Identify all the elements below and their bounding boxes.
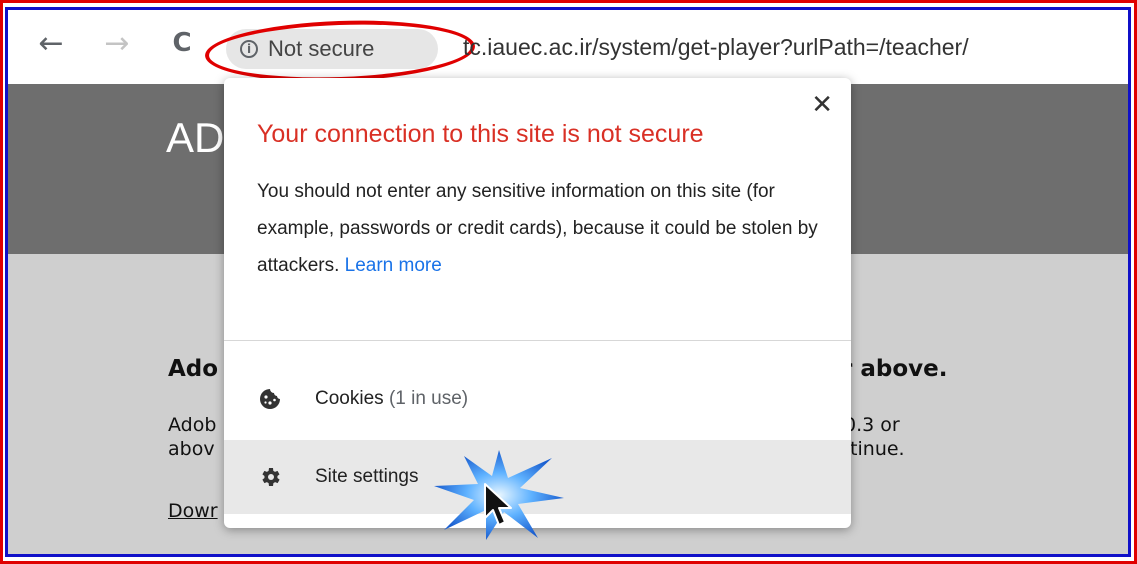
popup-divider <box>224 340 851 341</box>
popup-title: Your connection to this site is not secu… <box>257 120 704 148</box>
page-title-fragment: AD <box>166 114 225 161</box>
back-arrow-icon[interactable]: ← <box>34 26 68 61</box>
cookies-label: Cookies <box>315 388 384 409</box>
page-body-fragment-left-2: abov <box>168 438 215 460</box>
annotation-ellipse-red <box>204 16 476 86</box>
reload-icon[interactable]: C <box>165 26 199 60</box>
page-heading-fragment-left: Ado <box>168 356 219 382</box>
cookies-label-group: Cookies (1 in use) <box>315 388 468 410</box>
site-settings-label: Site settings <box>315 466 419 487</box>
popup-description: You should not enter any sensitive infor… <box>257 173 827 284</box>
gear-icon <box>262 468 280 486</box>
browser-window: ← → C i Not secure tc.iauec.ac.ir/system… <box>5 7 1131 557</box>
popup-body-text: You should not enter any sensitive infor… <box>257 181 818 276</box>
cookies-row[interactable]: Cookies (1 in use) <box>224 362 851 436</box>
page-heading-fragment-right: r above. <box>841 356 948 382</box>
learn-more-link[interactable]: Learn more <box>345 255 442 276</box>
cursor-pointer-icon <box>484 483 512 526</box>
browser-toolbar: ← → C i Not secure tc.iauec.ac.ir/system… <box>8 10 1128 86</box>
download-link-fragment[interactable]: Dowr <box>168 500 218 522</box>
forward-arrow-icon[interactable]: → <box>100 26 134 61</box>
close-icon[interactable]: ✕ <box>811 92 833 118</box>
cookie-icon <box>260 389 280 409</box>
cookies-count: (1 in use) <box>388 388 469 409</box>
page-body-fragment-left-1: Adob <box>168 414 217 436</box>
page-body-fragment-right-1: 0.3 or <box>844 414 900 436</box>
address-bar-url[interactable]: tc.iauec.ac.ir/system/get-player?urlPath… <box>463 34 969 61</box>
